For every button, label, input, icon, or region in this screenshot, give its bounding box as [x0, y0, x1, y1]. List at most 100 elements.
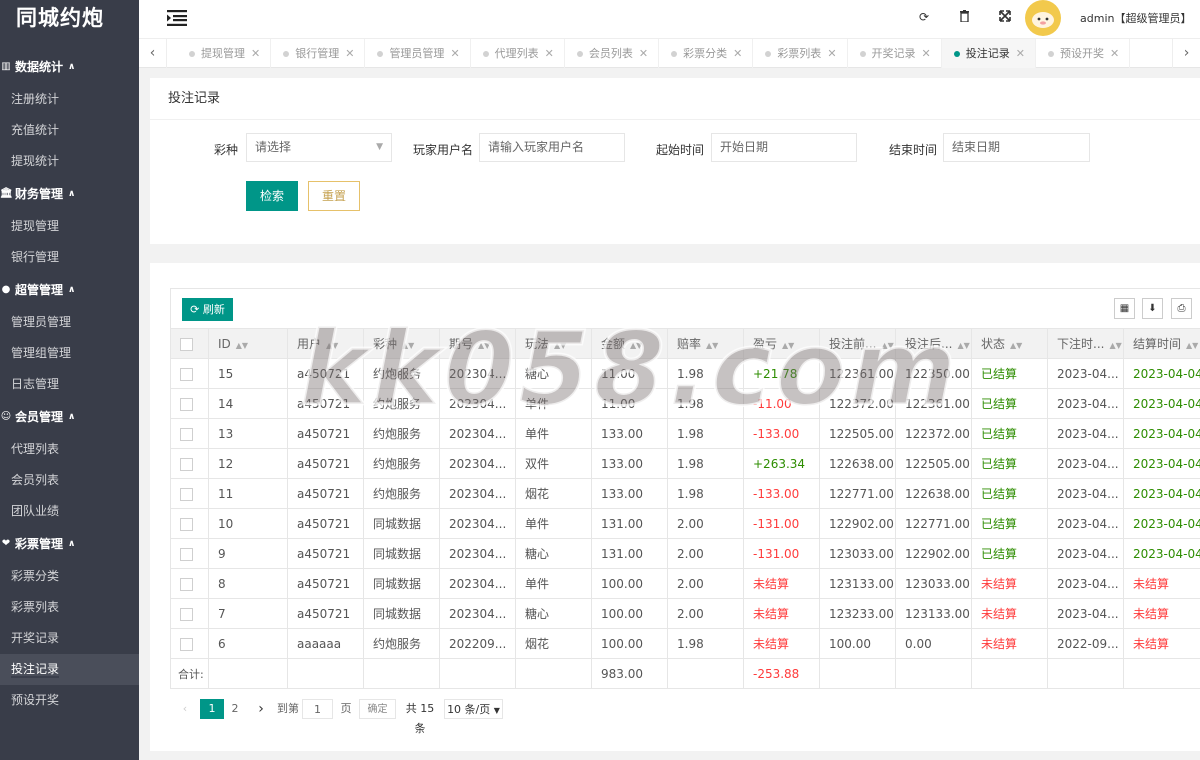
tab-item[interactable]: 提现管理 ✕	[177, 39, 272, 68]
sort-icon[interactable]: ▲▼	[1010, 341, 1022, 350]
avatar[interactable]	[1025, 0, 1061, 36]
row-checkbox[interactable]	[180, 457, 193, 471]
close-icon[interactable]: ✕	[1110, 40, 1119, 67]
table-row[interactable]: 11 a450721 约炮服务 202304... 烟花 133.00 1.98 -133.0…	[170, 478, 1200, 509]
fullscreen-icon[interactable]	[999, 10, 1011, 25]
goto-page-input[interactable]: 1	[302, 699, 333, 719]
tab-item[interactable]: 管理员管理 ✕	[365, 39, 471, 68]
goto-confirm-button[interactable]: 确定	[359, 699, 396, 719]
sidebar-group-4[interactable]: ❤ 彩票管理 ∧	[0, 527, 139, 561]
sidebar-item[interactable]: 银行管理	[0, 242, 139, 273]
table-row[interactable]: 12 a450721 约炮服务 202304... 双件 133.00 1.98 +263.3…	[170, 448, 1200, 479]
tab-item[interactable]: 会员列表 ✕	[565, 39, 660, 68]
sort-icon[interactable]: ▲▼	[554, 341, 566, 350]
sidebar-group-0[interactable]: ▥ 数据统计 ∧	[0, 50, 139, 84]
column-header[interactable]: 期号 ▲▼	[439, 328, 516, 359]
close-icon[interactable]: ✕	[827, 40, 836, 67]
tab-next-icon[interactable]: ›	[1172, 39, 1200, 68]
refresh-button[interactable]: ⟳ 刷新	[182, 298, 233, 321]
tab-item[interactable]: 开奖记录 ✕	[848, 39, 942, 68]
row-checkbox[interactable]	[180, 517, 193, 531]
column-header[interactable]: 投注后... ▲▼	[895, 328, 972, 359]
page-size-select[interactable]: 10 条/页 ▼	[444, 699, 503, 719]
row-checkbox[interactable]	[180, 637, 193, 651]
table-row[interactable]: 7 a450721 同城数据 202304... 糖心 100.00 2.00 未结算 1232…	[170, 598, 1200, 629]
sort-icon[interactable]: ▲▼	[630, 341, 642, 350]
sidebar-item[interactable]: 提现统计	[0, 146, 139, 177]
sidebar-item[interactable]: 团队业绩	[0, 496, 139, 527]
start-date-input[interactable]: 开始日期	[711, 133, 857, 162]
reset-button[interactable]: 重置	[308, 181, 360, 211]
menu-toggle-icon[interactable]	[167, 10, 187, 26]
column-header[interactable]: 状态 ▲▼	[971, 328, 1048, 359]
sort-icon[interactable]: ▲▼	[1109, 341, 1121, 350]
user-menu[interactable]: admin【超级管理员】	[1080, 10, 1191, 26]
close-icon[interactable]: ✕	[450, 40, 459, 67]
sort-icon[interactable]: ▲▼	[706, 341, 718, 350]
print-icon[interactable]: ⎙	[1171, 298, 1192, 319]
end-date-input[interactable]: 结束日期	[943, 133, 1090, 162]
sort-icon[interactable]: ▲▼	[236, 341, 248, 350]
close-icon[interactable]: ✕	[345, 40, 354, 67]
sidebar-group-1[interactable]: 🏛 财务管理 ∧	[0, 177, 139, 211]
sort-icon[interactable]: ▲▼	[881, 341, 893, 350]
column-header[interactable]: 结算时间 ▲▼	[1123, 328, 1200, 359]
column-header[interactable]: 赔率 ▲▼	[667, 328, 744, 359]
columns-icon[interactable]: ▦	[1114, 298, 1135, 319]
sort-icon[interactable]: ▲▼	[957, 341, 969, 350]
tab-item[interactable]: 预设开奖 ✕	[1036, 39, 1131, 68]
search-button[interactable]: 检索	[246, 181, 298, 211]
table-row[interactable]: 13 a450721 约炮服务 202304... 单件 133.00 1.98 -133.0…	[170, 418, 1200, 449]
sidebar-item[interactable]: 投注记录	[0, 654, 139, 685]
column-header[interactable]: 用户 ▲▼	[287, 328, 364, 359]
page-1[interactable]: 1	[200, 699, 224, 719]
close-icon[interactable]: ✕	[1016, 40, 1025, 67]
tab-item[interactable]: 投注记录 ✕	[941, 39, 1036, 68]
table-row[interactable]: 6 aaaaaa 约炮服务 202209... 烟花 100.00 1.98 未结算 100.0…	[170, 628, 1200, 659]
row-checkbox[interactable]	[180, 487, 193, 501]
sidebar-item[interactable]: 充值统计	[0, 115, 139, 146]
sidebar-item[interactable]: 管理组管理	[0, 338, 139, 369]
sidebar-item[interactable]: 预设开奖	[0, 685, 139, 716]
close-icon[interactable]: ✕	[639, 40, 648, 67]
sort-icon[interactable]: ▲▼	[1186, 341, 1198, 350]
sort-icon[interactable]: ▲▼	[478, 341, 490, 350]
refresh-icon[interactable]: ⟳	[919, 10, 929, 24]
tab-item[interactable]: 彩票分类 ✕	[659, 39, 754, 68]
page-prev-icon[interactable]: ‹	[178, 699, 192, 719]
close-icon[interactable]: ✕	[251, 40, 260, 67]
close-icon[interactable]: ✕	[545, 40, 554, 67]
select-all-checkbox[interactable]	[180, 337, 193, 351]
tab-item[interactable]: 银行管理 ✕	[271, 39, 366, 68]
sidebar-group-2[interactable]: ● 超管管理 ∧	[0, 273, 139, 307]
row-checkbox[interactable]	[180, 367, 193, 381]
table-row[interactable]: 9 a450721 同城数据 202304... 糖心 131.00 2.00 -131.00…	[170, 538, 1200, 569]
table-row[interactable]: 10 a450721 同城数据 202304... 单件 131.00 2.00 -131.0…	[170, 508, 1200, 539]
lottery-select[interactable]: 请选择 ▼	[246, 133, 392, 162]
table-row[interactable]: 14 a450721 约炮服务 202304... 单件 11.00 1.98 -11.00 1…	[170, 388, 1200, 419]
row-checkbox[interactable]	[180, 577, 193, 591]
tab-prev-icon[interactable]: ‹	[139, 39, 167, 68]
sidebar-item[interactable]: 代理列表	[0, 434, 139, 465]
column-header[interactable]: 彩种 ▲▼	[363, 328, 440, 359]
row-checkbox[interactable]	[180, 397, 193, 411]
table-row[interactable]: 15 a450721 约炮服务 202304... 糖心 11.00 1.98 +21.78 1…	[170, 358, 1200, 389]
sidebar-item[interactable]: 日志管理	[0, 369, 139, 400]
sidebar-item[interactable]: 彩票分类	[0, 561, 139, 592]
sidebar-item[interactable]: 管理员管理	[0, 307, 139, 338]
sort-icon[interactable]: ▲▼	[782, 341, 794, 350]
export-icon[interactable]: ⬇	[1142, 298, 1163, 319]
column-header[interactable]: 下注时... ▲▼	[1047, 328, 1124, 359]
table-row[interactable]: 8 a450721 同城数据 202304... 单件 100.00 2.00 未结算 1231…	[170, 568, 1200, 599]
player-input[interactable]: 请输入玩家用户名	[479, 133, 625, 162]
column-header[interactable]: 金额 ▲▼	[591, 328, 668, 359]
sidebar-item[interactable]: 会员列表	[0, 465, 139, 496]
sort-icon[interactable]: ▲▼	[326, 341, 338, 350]
column-header[interactable]: 玩法 ▲▼	[515, 328, 592, 359]
sidebar-item[interactable]: 注册统计	[0, 84, 139, 115]
row-checkbox[interactable]	[180, 547, 193, 561]
tab-item[interactable]: 代理列表 ✕	[471, 39, 565, 68]
sort-icon[interactable]: ▲▼	[402, 341, 414, 350]
sidebar-item[interactable]: 开奖记录	[0, 623, 139, 654]
close-icon[interactable]: ✕	[922, 40, 931, 67]
